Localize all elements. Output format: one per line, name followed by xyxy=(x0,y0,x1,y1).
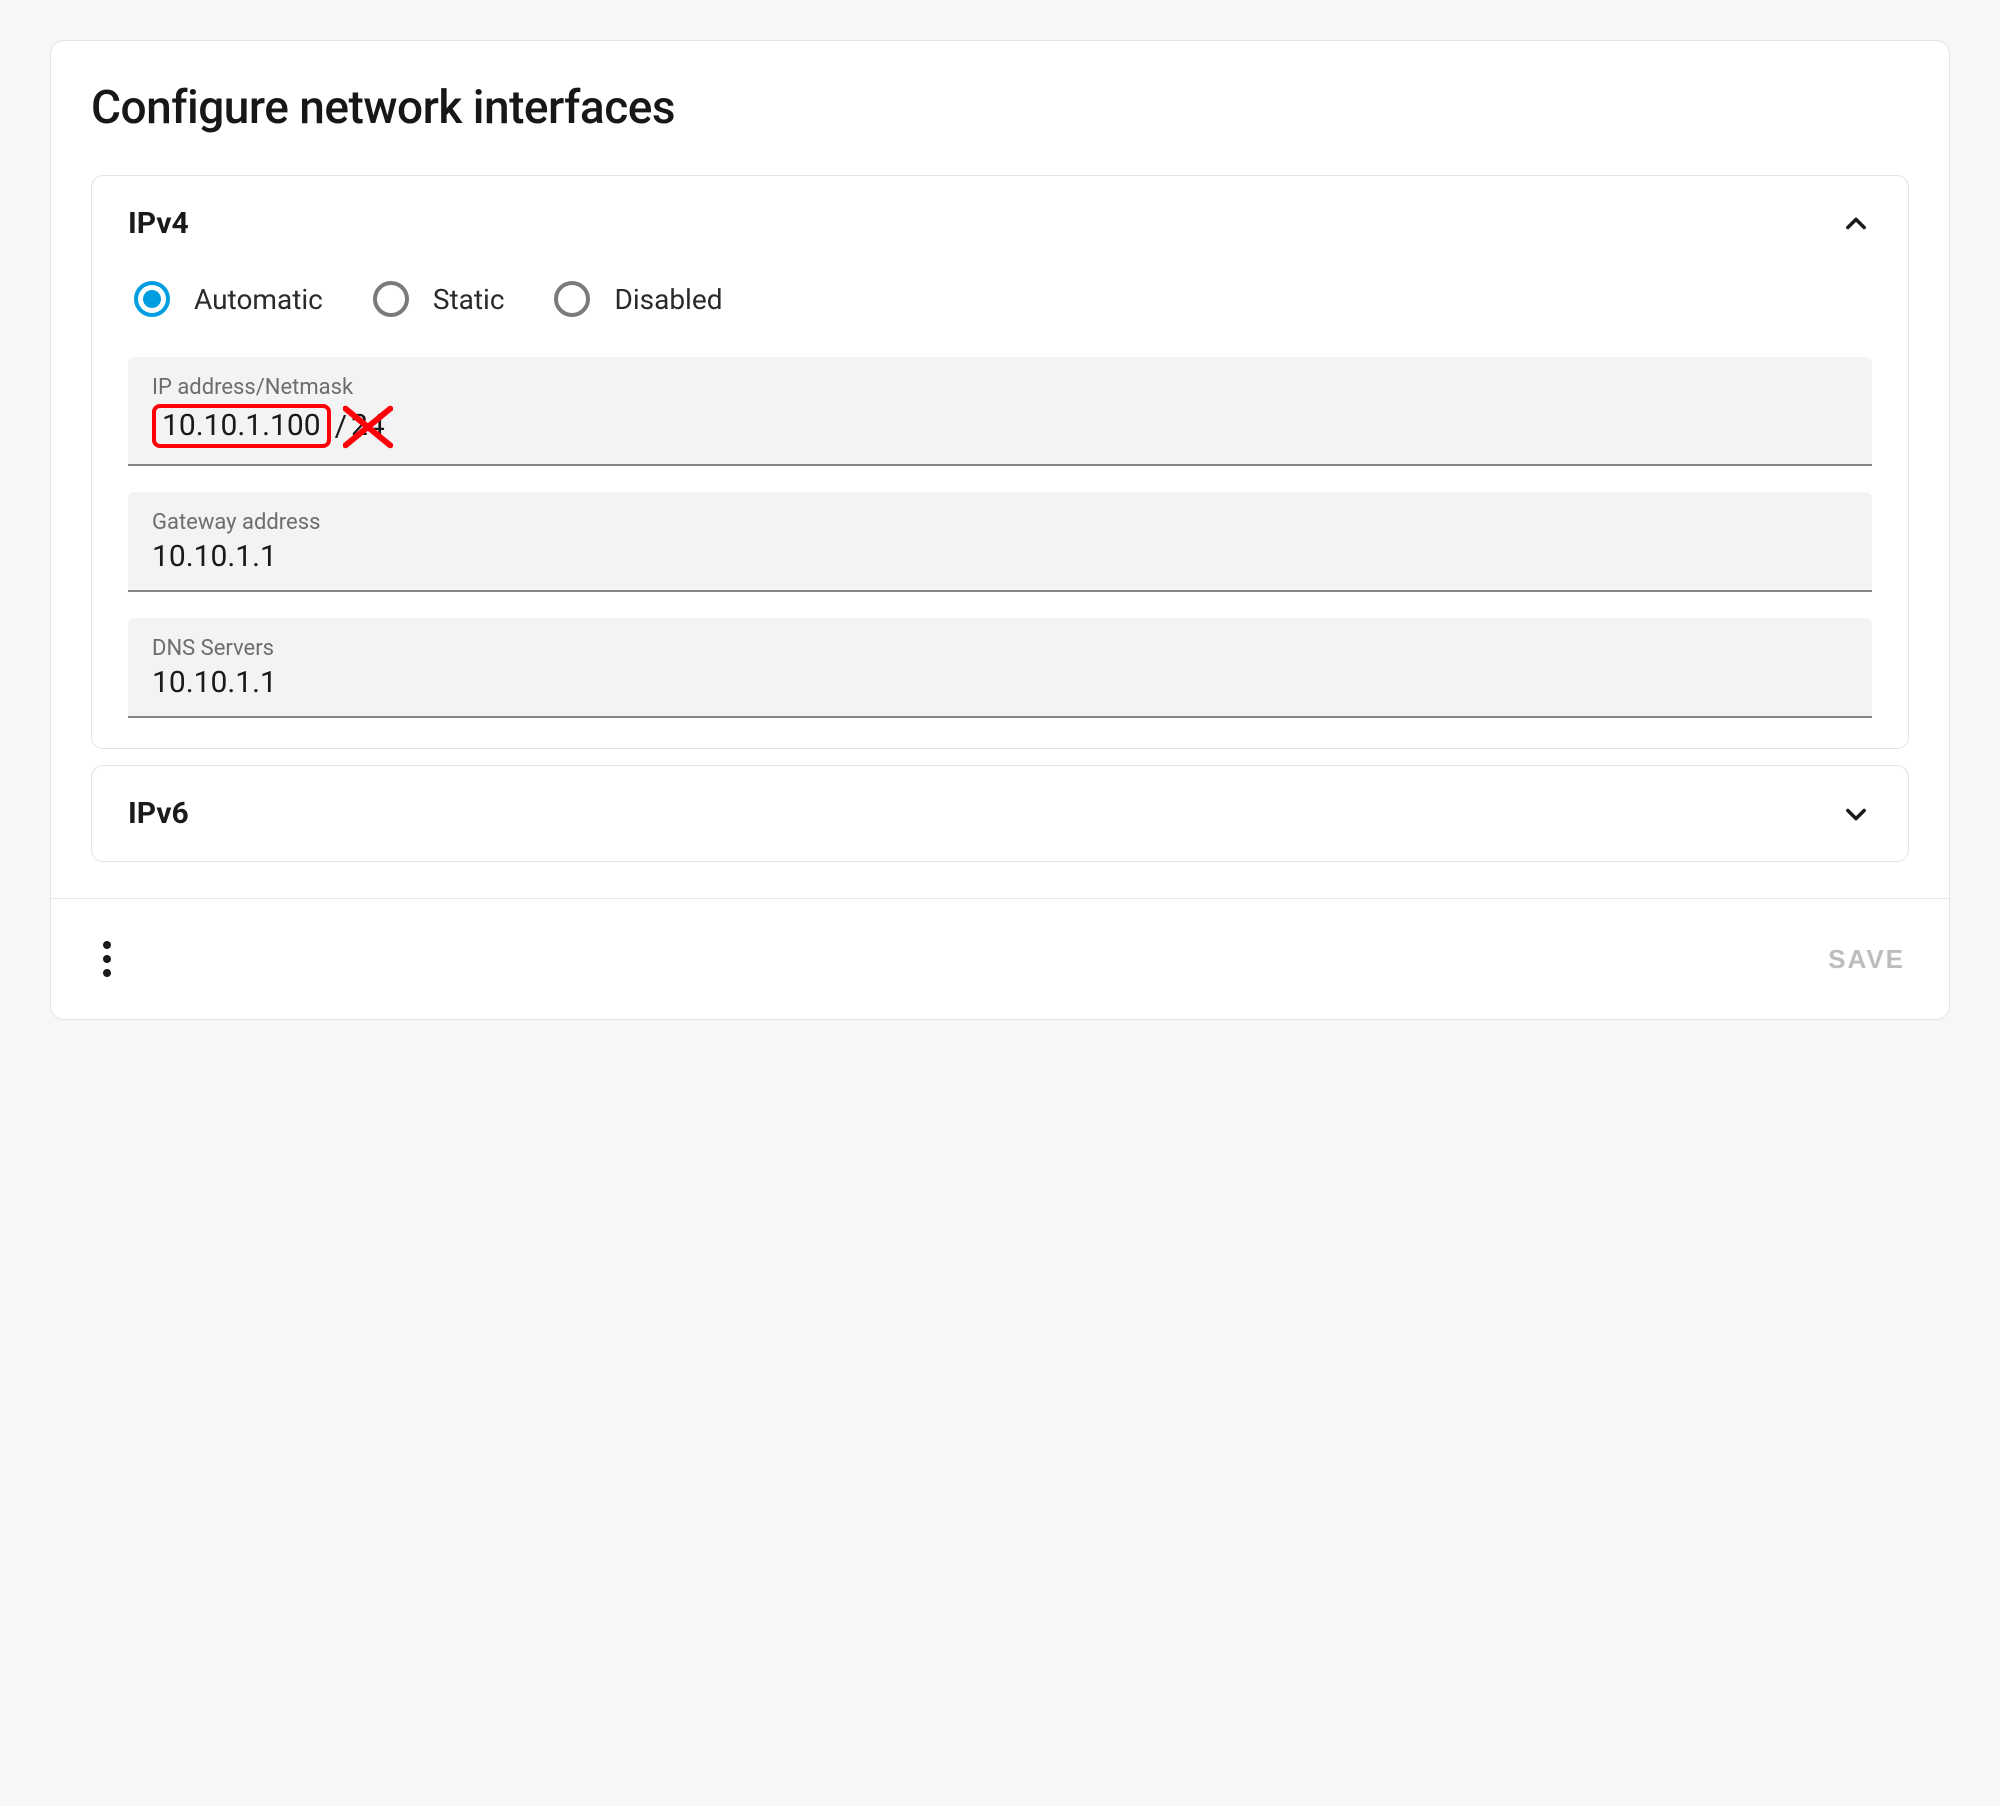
gateway-value: 10.10.1.1 xyxy=(152,539,1848,574)
radio-automatic-label: Automatic xyxy=(194,283,323,316)
radio-disabled-label: Disabled xyxy=(614,283,722,316)
kebab-dot-icon xyxy=(103,941,111,949)
card-header: Configure network interfaces xyxy=(51,41,1949,145)
ipv4-section: IPv4 Automatic Static xyxy=(91,175,1909,749)
dns-field[interactable]: DNS Servers 10.10.1.1 xyxy=(128,618,1872,718)
kebab-dot-icon xyxy=(103,969,111,977)
radio-icon xyxy=(373,281,409,317)
more-options-button[interactable] xyxy=(95,933,119,985)
gateway-field[interactable]: Gateway address 10.10.1.1 xyxy=(128,492,1872,592)
radio-icon xyxy=(554,281,590,317)
ipv4-header[interactable]: IPv4 xyxy=(92,176,1908,271)
ipv6-header[interactable]: IPv6 xyxy=(92,766,1908,861)
network-config-card: Configure network interfaces IPv4 Automa… xyxy=(50,40,1950,1020)
radio-static[interactable]: Static xyxy=(373,281,505,317)
annotation-highlight-box: 10.10.1.100 xyxy=(152,404,331,448)
radio-disabled[interactable]: Disabled xyxy=(554,281,722,317)
gateway-label: Gateway address xyxy=(152,510,1848,535)
radio-icon-selected xyxy=(134,281,170,317)
ipv6-section: IPv6 xyxy=(91,765,1909,862)
kebab-dot-icon xyxy=(103,955,111,963)
card-body: IPv4 Automatic Static xyxy=(51,145,1949,898)
dns-label: DNS Servers xyxy=(152,636,1848,661)
page-title: Configure network interfaces xyxy=(91,81,1909,135)
radio-static-label: Static xyxy=(433,283,505,316)
ipv4-title: IPv4 xyxy=(128,206,189,241)
chevron-up-icon xyxy=(1840,208,1872,240)
ip-slash: / xyxy=(335,409,347,444)
ip-netmask-value: 10.10.1.100/24 xyxy=(152,404,1848,448)
radio-automatic[interactable]: Automatic xyxy=(134,281,323,317)
ipv4-mode-radio-group: Automatic Static Disabled xyxy=(128,271,1872,357)
save-button[interactable]: SAVE xyxy=(1828,944,1905,975)
card-actions: SAVE xyxy=(51,898,1949,1019)
chevron-down-icon xyxy=(1840,798,1872,830)
dns-value: 10.10.1.1 xyxy=(152,665,1848,700)
ipv4-content: Automatic Static Disabled IP address/Net… xyxy=(92,271,1908,748)
annotation-crossed-text: 24 xyxy=(349,408,387,444)
ip-netmask-label: IP address/Netmask xyxy=(152,375,1848,400)
ipv6-title: IPv6 xyxy=(128,796,189,831)
ip-netmask-field[interactable]: IP address/Netmask 10.10.1.100/24 xyxy=(128,357,1872,466)
